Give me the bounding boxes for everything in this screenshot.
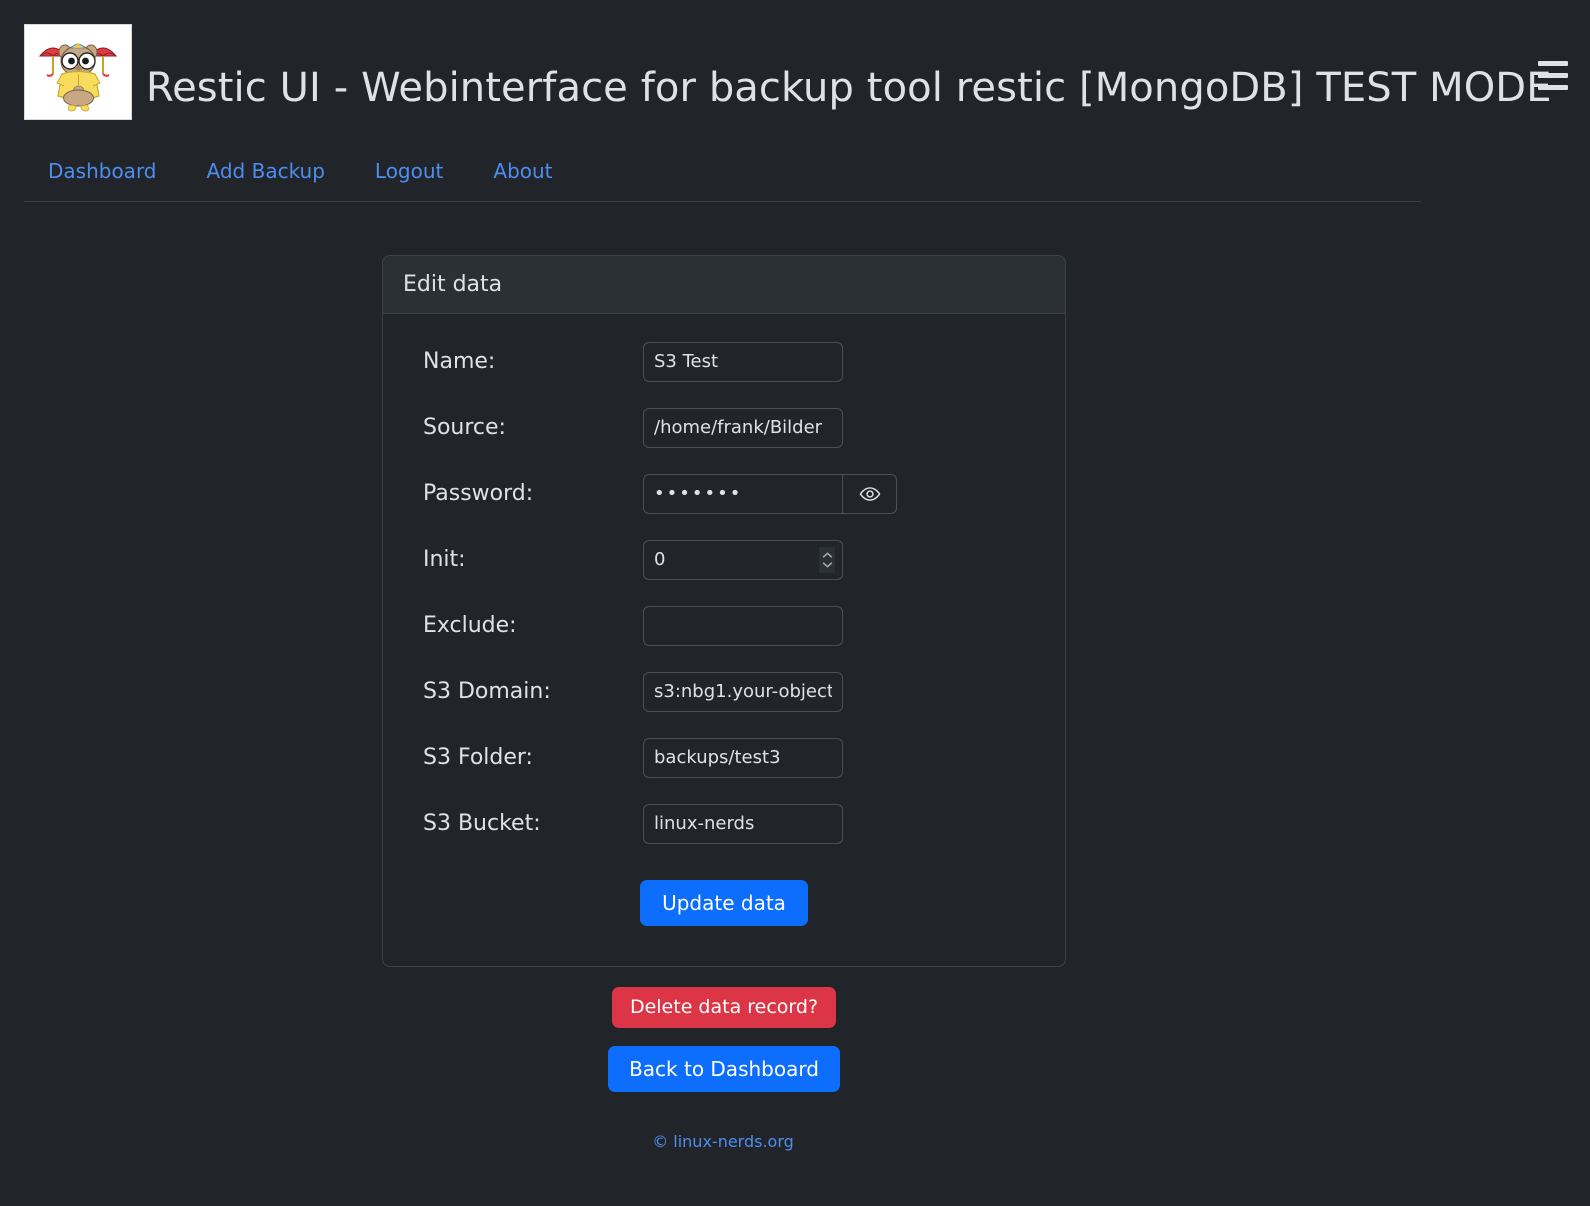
nav-item-add-backup[interactable]: Add Backup bbox=[182, 159, 350, 183]
hamburger-bar bbox=[1538, 72, 1568, 78]
label-password: Password: bbox=[423, 481, 534, 507]
s3-bucket-input[interactable] bbox=[643, 803, 843, 844]
submit-row: Update data bbox=[403, 879, 1045, 926]
restic-gopher-logo-icon bbox=[24, 24, 132, 120]
form-row-exclude: Exclude: bbox=[403, 605, 1045, 646]
main-navigation: Dashboard Add Backup Logout About bbox=[0, 159, 1590, 202]
form-row-password: Password: bbox=[403, 473, 1045, 514]
edit-data-card: Edit data Name: Source: Password: bbox=[382, 254, 1066, 967]
s3-domain-input[interactable] bbox=[643, 671, 843, 712]
form-row-source: Source: bbox=[403, 407, 1045, 448]
update-data-button[interactable]: Update data bbox=[640, 879, 808, 926]
label-s3-folder: S3 Folder: bbox=[423, 745, 533, 771]
exclude-input[interactable] bbox=[643, 605, 843, 646]
hamburger-bar bbox=[1538, 84, 1568, 90]
label-s3-bucket: S3 Bucket: bbox=[423, 811, 541, 837]
label-name: Name: bbox=[423, 349, 496, 375]
nav-item-dashboard[interactable]: Dashboard bbox=[24, 159, 182, 183]
eye-icon[interactable] bbox=[843, 473, 897, 514]
nav-link-logout[interactable]: Logout bbox=[350, 159, 468, 183]
s3-folder-input[interactable] bbox=[643, 737, 843, 778]
form-row-s3-domain: S3 Domain: bbox=[403, 671, 1045, 712]
init-input[interactable] bbox=[643, 539, 843, 580]
nav-item-about[interactable]: About bbox=[468, 159, 577, 183]
field-wrap-init bbox=[643, 539, 843, 580]
nav-link-dashboard[interactable]: Dashboard bbox=[24, 159, 182, 183]
form-row-s3-folder: S3 Folder: bbox=[403, 737, 1045, 778]
name-input[interactable] bbox=[643, 341, 843, 382]
footer-copyright-link[interactable]: © linux-nerds.org bbox=[652, 1132, 794, 1151]
field-wrap-s3-domain bbox=[643, 671, 843, 712]
field-wrap-exclude bbox=[643, 605, 843, 646]
nav-link-add-backup[interactable]: Add Backup bbox=[182, 159, 350, 183]
source-input[interactable] bbox=[643, 407, 843, 448]
form-row-init: Init: bbox=[403, 539, 1045, 580]
page-header: Restic UI - Webinterface for backup tool… bbox=[0, 0, 1590, 120]
number-stepper-init[interactable] bbox=[819, 546, 835, 573]
label-init: Init: bbox=[423, 547, 466, 573]
password-input[interactable] bbox=[643, 473, 843, 514]
back-to-dashboard-button[interactable]: Back to Dashboard bbox=[608, 1045, 840, 1092]
label-source: Source: bbox=[423, 415, 506, 441]
hamburger-bar bbox=[1538, 60, 1568, 66]
hamburger-menu-icon[interactable] bbox=[1538, 56, 1572, 94]
brand-row: Restic UI - Webinterface for backup tool… bbox=[24, 12, 1566, 120]
card-header-title: Edit data bbox=[383, 255, 1065, 314]
nav-item-logout[interactable]: Logout bbox=[350, 159, 468, 183]
edit-data-form: Name: Source: Password: bbox=[383, 314, 1065, 966]
label-s3-domain: S3 Domain: bbox=[423, 679, 551, 705]
field-wrap-s3-folder bbox=[643, 737, 843, 778]
field-wrap-name bbox=[643, 341, 843, 382]
nav-link-about[interactable]: About bbox=[468, 159, 577, 183]
label-exclude: Exclude: bbox=[423, 613, 517, 639]
form-row-name: Name: bbox=[403, 341, 1045, 382]
card-actions: Delete data record? Back to Dashboard bbox=[382, 967, 1066, 1092]
field-wrap-s3-bucket bbox=[643, 803, 843, 844]
field-wrap-password bbox=[643, 473, 897, 514]
nav-list: Dashboard Add Backup Logout About bbox=[24, 159, 1421, 202]
form-row-s3-bucket: S3 Bucket: bbox=[403, 803, 1045, 844]
delete-data-record-button[interactable]: Delete data record? bbox=[611, 986, 837, 1028]
page-title: Restic UI - Webinterface for backup tool… bbox=[146, 65, 1552, 111]
page-footer: © linux-nerds.org bbox=[0, 1132, 1446, 1151]
main-content: Edit data Name: Source: Password: bbox=[0, 254, 1446, 1151]
field-wrap-source bbox=[643, 407, 843, 448]
